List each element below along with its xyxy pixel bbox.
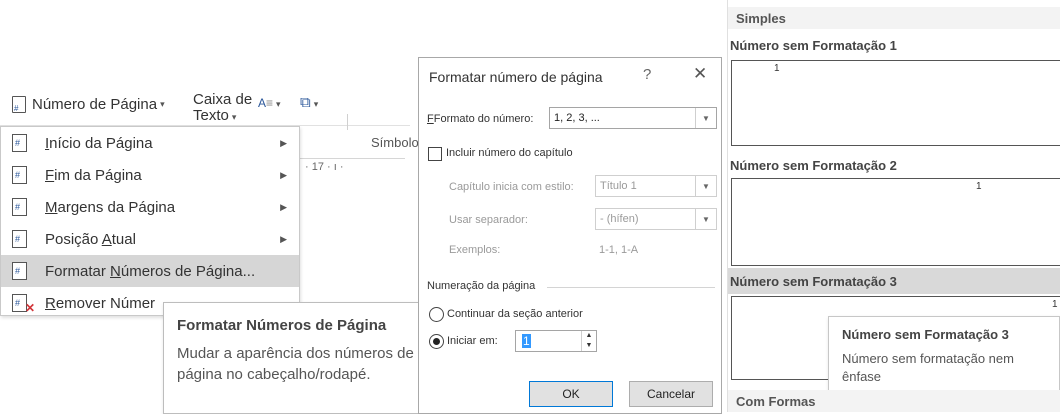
ok-button[interactable]: OK: [529, 381, 613, 407]
separator-label: Usar separador:: [449, 214, 528, 226]
continue-previous-radio[interactable]: [429, 307, 444, 322]
menu-item-format-page-numbers[interactable]: Formatar Números de Página...: [1, 255, 299, 287]
chapter-style-label: Capítulo inicia com estilo:: [449, 181, 574, 193]
page-number-ribbon-button[interactable]: Número de Página ▾: [12, 96, 165, 113]
gallery-item-plain-number-2[interactable]: 1: [731, 178, 1060, 266]
chevron-down-icon: ▾: [160, 99, 165, 109]
chevron-down-icon: ▾: [231, 112, 237, 122]
chevron-down-icon: ▼: [695, 209, 716, 229]
menu-item-label: Remover Númer: [45, 294, 156, 312]
page-bottom-icon: [12, 166, 27, 184]
page-number-preview: 1: [774, 63, 780, 74]
group-divider: [547, 287, 715, 288]
separator-value: - (hífen): [600, 213, 639, 225]
quick-parts-icon[interactable]: A≡ ▾: [258, 96, 281, 110]
gallery-tooltip-description: Número sem formatação nem ênfase: [842, 351, 1014, 384]
text-box-label-line2: Texto: [193, 108, 229, 122]
spin-down-icon: ▼: [585, 342, 593, 349]
ribbon-divider: [347, 114, 348, 130]
start-at-value: 1: [522, 334, 531, 348]
page-number-preview: 1: [1052, 299, 1058, 310]
number-format-label: FFormato do número:: [427, 113, 534, 125]
menu-item-label: Posição Atual: [45, 230, 136, 248]
spin-up-icon: ▲: [585, 332, 593, 339]
page-number-menu: Início da Página ▶ Fim da Página ▶ Marge…: [0, 126, 300, 316]
examples-value: 1-1, 1-A: [599, 244, 639, 256]
text-box-ribbon-button[interactable]: Caixa de Texto ▾: [193, 91, 253, 123]
start-at-radio[interactable]: [429, 334, 444, 349]
chapter-style-value: Título 1: [600, 180, 637, 192]
tooltip-title: Formatar Números de Página: [177, 317, 387, 334]
page-top-icon: [12, 134, 27, 152]
number-format-select[interactable]: 1, 2, 3, ... ▼: [549, 107, 717, 129]
menu-item-label: Início da Página: [45, 134, 153, 152]
examples-label: Exemplos:: [449, 244, 501, 256]
start-at-label: Iniciar em:: [447, 335, 498, 347]
menu-item-top-of-page[interactable]: Início da Página ▶: [1, 127, 299, 159]
current-position-icon: [12, 230, 27, 248]
continue-previous-label: Continuar da seção anterior: [447, 308, 583, 320]
menu-item-label: Formatar Números de Página...: [45, 262, 256, 280]
submenu-arrow-icon: ▶: [280, 233, 287, 244]
separator-select[interactable]: - (hífen) ▼: [595, 208, 717, 230]
gallery-item-plain-number-1[interactable]: 1: [731, 60, 1060, 146]
submenu-arrow-icon: ▶: [280, 137, 287, 148]
format-page-number-dialog: Formatar número de página ? ✕ FFormato d…: [418, 57, 722, 414]
page-margins-icon: [12, 198, 27, 216]
symbols-group-label: Símbolo: [371, 135, 419, 150]
start-at-spinner[interactable]: 1 ▲ ▼: [515, 330, 597, 352]
dialog-title: Formatar número de página: [429, 69, 603, 85]
submenu-arrow-icon: ▶: [280, 201, 287, 212]
gallery-next-section-header: Com Formas: [728, 390, 1060, 412]
number-format-value: 1, 2, 3, ...: [554, 112, 600, 124]
ruler: · 17 · ı ·: [285, 158, 405, 177]
format-page-numbers-tooltip: Formatar Números de Página Mudar a aparê…: [163, 302, 427, 414]
page-number-gallery: Simples Número sem Formatação 1 1 Número…: [727, 0, 1060, 412]
gallery-tooltip-title: Número sem Formatação 3: [842, 327, 1009, 342]
include-chapter-label: Incluir número do capítulo: [446, 147, 573, 159]
chevron-down-icon: ▼: [695, 176, 716, 196]
text-box-label-line1: Caixa de: [193, 91, 253, 108]
menu-item-current-position[interactable]: Posição Atual ▶: [1, 223, 299, 255]
cancel-button[interactable]: Cancelar: [629, 381, 713, 407]
tooltip-description: Mudar a aparência dos números de página …: [177, 345, 414, 383]
spinner-buttons[interactable]: ▲ ▼: [581, 331, 596, 351]
menu-item-page-margins[interactable]: Margens da Página ▶: [1, 191, 299, 223]
include-chapter-checkbox[interactable]: [428, 147, 442, 161]
gallery-item-label: Número sem Formatação 1: [730, 38, 897, 53]
remove-x-icon: ✕: [25, 301, 36, 315]
format-page-numbers-icon: [12, 262, 27, 280]
chevron-down-icon: ▼: [695, 108, 716, 128]
submenu-arrow-icon: ▶: [280, 169, 287, 180]
menu-item-label: Margens da Página: [45, 198, 176, 216]
menu-item-label: Fim da Página: [45, 166, 142, 184]
gallery-section-header: Simples: [728, 7, 1060, 29]
gallery-item-label: Número sem Formatação 2: [730, 158, 897, 173]
close-icon[interactable]: ✕: [693, 64, 707, 84]
page-number-ribbon-label: Número de Página: [32, 96, 158, 113]
page-number-icon: [12, 96, 26, 113]
page-number-preview: 1: [976, 181, 982, 192]
numbering-group-label: Numeração da página: [427, 280, 536, 292]
menu-item-bottom-of-page[interactable]: Fim da Página ▶: [1, 159, 299, 191]
chapter-style-select[interactable]: Título 1 ▼: [595, 175, 717, 197]
object-icon[interactable]: ⧉ ▾: [300, 94, 318, 111]
gallery-item-label: Número sem Formatação 3: [730, 274, 897, 289]
ruler-mark: · 17 · ı ·: [305, 161, 344, 173]
help-icon[interactable]: ?: [643, 66, 651, 83]
